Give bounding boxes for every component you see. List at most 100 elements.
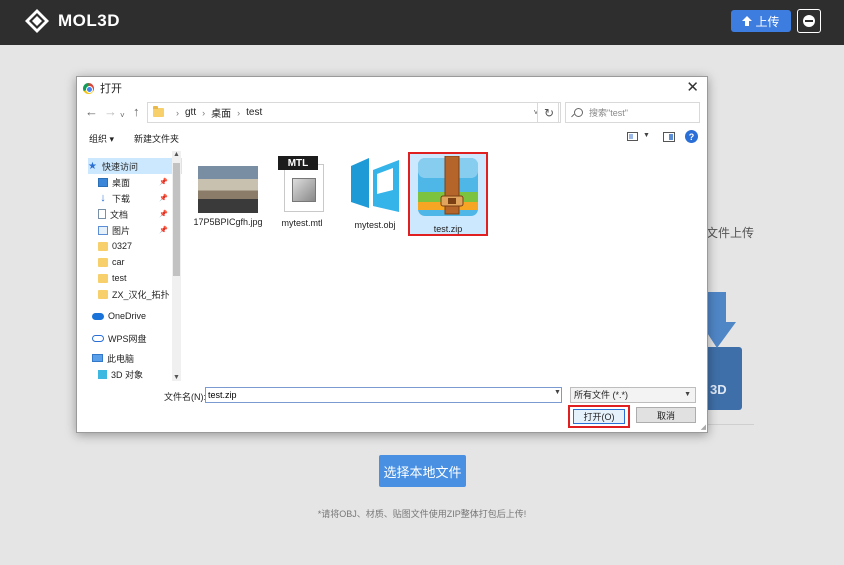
pin-icon: 📌 (159, 211, 168, 218)
zip-archive-icon (418, 155, 478, 216)
breadcrumb-item[interactable]: gtt (185, 107, 196, 118)
nav-item-label: 桌面 (112, 177, 131, 188)
breadcrumb-separator: › (237, 107, 241, 118)
logo-text: MOL3D (58, 11, 120, 30)
file-item-jpg[interactable]: 17P5BPICgfh.jpg (193, 166, 263, 228)
nav-item-folder-car[interactable]: car (98, 254, 182, 270)
dialog-title: 打开 (100, 83, 122, 95)
address-bar[interactable]: › gtt › 桌面 › test (147, 102, 559, 123)
nav-item-this-pc[interactable]: 此电脑 (92, 350, 182, 366)
nav-item-label: 图片 (112, 225, 131, 236)
recent-locations-chevron-icon[interactable]: ˅ (120, 108, 125, 124)
preview-pane-icon[interactable] (663, 132, 675, 142)
nav-item-documents[interactable]: 文档 📌 (98, 206, 172, 222)
dialog-titlebar[interactable]: 打开 ✕ (77, 77, 707, 99)
nav-item-label: test (112, 273, 127, 283)
nav-item-folder-test[interactable]: test (98, 270, 182, 286)
picture-icon (98, 225, 108, 235)
nav-item-label: car (112, 257, 125, 267)
breadcrumb-separator: › (202, 107, 206, 118)
cloud-icon (92, 312, 104, 320)
nav-item-label: 快速访问 (102, 161, 139, 172)
nav-item-label: 0327 (112, 241, 133, 251)
file-type-value: 所有文件 (*.*) (574, 390, 629, 400)
file-item-zip[interactable]: test.zip (413, 155, 483, 235)
download-icon: ↓ (100, 192, 106, 204)
file-item-obj[interactable]: mytest.obj (340, 156, 410, 231)
file-name: 17P5BPICgfh.jpg (193, 217, 263, 227)
mtl-file-icon: MTL (278, 156, 326, 214)
desktop-icon (98, 177, 108, 187)
nav-item-label: OneDrive (108, 311, 147, 321)
pin-icon: 📌 (159, 179, 168, 186)
logo[interactable]: MOL3D (24, 8, 120, 34)
new-folder-button[interactable]: 新建文件夹 (134, 132, 179, 145)
nav-item-pictures[interactable]: 图片 📌 (98, 222, 172, 238)
mtl-cube (292, 178, 316, 202)
scrollbar-thumb[interactable] (173, 163, 180, 276)
organize-menu[interactable]: 组织 ▾ (89, 132, 114, 145)
file-name-dropdown-icon[interactable]: ▼ (554, 389, 561, 396)
app-header: MOL3D 上传 (0, 0, 844, 45)
dialog-toolbar: 组织 ▾ 新建文件夹 ▼ ? (77, 129, 707, 147)
nav-item-wps-cloud[interactable]: WPS网盘 (92, 330, 182, 346)
folder-icon (98, 257, 108, 267)
breadcrumb-item[interactable]: 桌面 (211, 105, 231, 120)
nav-item-onedrive[interactable]: OneDrive (92, 308, 182, 324)
nav-item-label: 此电脑 (107, 353, 135, 364)
nav-item-3d-objects[interactable]: 3D 对象 (98, 366, 182, 381)
navigation-pane: ★ 快速访问 桌面 📌 ↓ 下载 📌 文档 📌 图片 📌 0327 car te… (78, 151, 182, 381)
upload-box-label: 3D (710, 382, 727, 397)
choose-local-file-button[interactable]: 选择本地文件 (379, 455, 466, 487)
file-item-mtl[interactable]: MTL mytest.mtl (267, 156, 337, 229)
upload-label: 上传 (755, 14, 780, 29)
file-name: mytest.obj (354, 220, 396, 230)
nav-item-label: WPS网盘 (108, 333, 147, 344)
file-name-label: 文件名(N): (164, 392, 206, 402)
navigation-scrollbar[interactable]: ▲ ▼ (172, 151, 181, 381)
search-box[interactable]: 搜索"test" (565, 102, 700, 123)
wps-cloud-icon (92, 334, 104, 342)
nav-item-label: 3D 对象 (111, 369, 144, 380)
folder-icon (98, 289, 108, 299)
close-icon[interactable]: ✕ (686, 79, 699, 97)
folder-icon (98, 273, 108, 283)
file-name-input[interactable] (205, 387, 562, 403)
pin-icon: 📌 (159, 195, 168, 202)
upload-button[interactable]: 上传 (731, 10, 791, 32)
chrome-icon (83, 82, 94, 94)
resize-grip-icon[interactable]: ◢ (701, 423, 706, 431)
forward-arrow-icon[interactable]: → (104, 104, 117, 120)
refresh-icon[interactable]: ↻ (537, 102, 561, 123)
nav-item-downloads[interactable]: ↓ 下载 📌 (98, 190, 172, 206)
view-options-dropdown-icon[interactable]: ▼ (643, 132, 650, 139)
nav-item-folder-0327[interactable]: 0327 (98, 238, 182, 254)
nav-item-label: 下载 (112, 193, 131, 204)
computer-icon (92, 354, 103, 362)
account-button[interactable] (797, 9, 821, 33)
divider (705, 424, 754, 425)
logo-icon (25, 9, 49, 33)
help-icon[interactable]: ? (685, 130, 698, 143)
breadcrumb-item[interactable]: test (246, 107, 262, 118)
folder-icon (98, 241, 108, 251)
scroll-down-icon[interactable]: ▼ (173, 374, 180, 381)
document-icon (98, 209, 106, 219)
open-button[interactable]: 打开(O) (573, 409, 625, 424)
nav-item-quick-access[interactable]: ★ 快速访问 (88, 158, 182, 174)
back-arrow-icon[interactable]: ← (85, 104, 98, 120)
upload-arrow-icon (742, 15, 753, 26)
cancel-button[interactable]: 取消 (636, 407, 696, 423)
up-arrow-icon[interactable]: ↑ (133, 104, 140, 120)
scroll-up-icon[interactable]: ▲ (173, 151, 180, 158)
3d-objects-icon (98, 369, 107, 379)
view-options-icon[interactable] (627, 132, 638, 141)
nav-item-folder-zx[interactable]: ZX_汉化_拓扑（ (98, 286, 182, 302)
upload-note: *请将OBJ、材质、贴图文件使用ZIP整体打包后上传! (317, 509, 527, 519)
search-icon (574, 108, 583, 117)
nav-item-desktop[interactable]: 桌面 📌 (98, 174, 172, 190)
file-name: test.zip (433, 224, 463, 234)
chevron-down-icon: ▼ (684, 391, 691, 398)
mtl-badge: MTL (278, 156, 318, 170)
file-type-select[interactable]: 所有文件 (*.*) ▼ (570, 387, 696, 403)
